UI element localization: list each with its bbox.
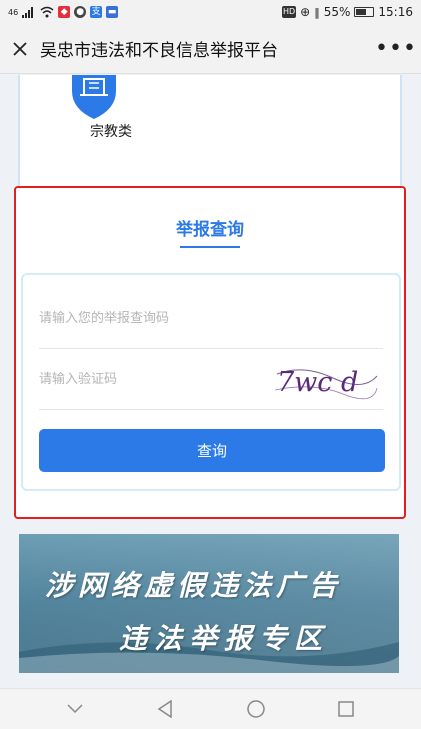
title-bar: 吴忠市违法和不良信息举报平台 ••• <box>0 24 421 74</box>
report-zone-banner[interactable]: 涉网络虚假违法广告 违法举报专区 <box>19 534 399 673</box>
page-content: 宗教类 举报查询 7wc d 查询 <box>0 75 421 688</box>
nav-hide-button[interactable] <box>55 694 95 724</box>
status-bar-right: HD ⊕ ‖ 55% 15:16 <box>281 5 413 19</box>
close-button[interactable] <box>0 24 40 74</box>
status-bar: 46 ◆ ● 支 ▬ HD ⊕ ‖ 55% 15:16 <box>0 0 421 24</box>
captcha-text: 7wc d <box>277 367 358 398</box>
category-label: 宗教类 <box>90 124 132 140</box>
status-bar-left: 46 ◆ ● 支 ▬ <box>8 6 119 18</box>
close-icon <box>13 41 27 56</box>
vibrate-icon: ‖ <box>314 5 320 19</box>
record-icon: ● <box>74 6 87 18</box>
query-title-underline <box>180 246 240 248</box>
recents-square-icon <box>338 701 354 717</box>
home-circle-icon <box>246 700 265 718</box>
nav-recents-button[interactable] <box>326 694 366 724</box>
nav-back-button[interactable] <box>145 694 185 724</box>
battery-icon <box>354 7 375 17</box>
network-type: 46 <box>8 7 19 17</box>
banner-title-line2: 违法举报专区 <box>119 622 330 655</box>
captcha-input[interactable] <box>39 372 259 387</box>
alarm-icon: ⊕ <box>300 5 311 19</box>
query-form: 7wc d 查询 <box>21 273 401 491</box>
query-code-field <box>39 289 383 349</box>
query-code-input[interactable] <box>39 311 259 326</box>
clock: 15:16 <box>378 5 413 19</box>
system-nav-bar <box>0 688 421 729</box>
app-notify-icon: ◆ <box>58 6 71 18</box>
captcha-image[interactable]: 7wc d <box>273 360 379 400</box>
wifi-icon <box>40 6 54 18</box>
banner-title-line1: 涉网络虚假违法广告 <box>45 569 343 602</box>
nav-home-button[interactable] <box>236 694 276 724</box>
app-notify-icon-2: 支 <box>90 6 103 18</box>
captcha-field: 7wc d <box>39 350 383 410</box>
chevron-down-icon <box>67 704 83 714</box>
query-title: 举报查询 <box>176 220 244 240</box>
query-section: 举报查询 7wc d 查询 <box>14 186 406 519</box>
hd-icon: HD <box>281 6 297 18</box>
app-notify-icon-3: ▬ <box>106 6 119 18</box>
back-triangle-icon <box>158 700 173 718</box>
battery-percent: 55% <box>323 5 351 19</box>
shield-building-icon <box>72 75 116 119</box>
more-button[interactable]: ••• <box>371 36 421 61</box>
query-submit-button[interactable]: 查询 <box>39 429 385 472</box>
signal-icon <box>22 7 34 18</box>
page-title: 吴忠市违法和不良信息举报平台 <box>40 41 278 61</box>
